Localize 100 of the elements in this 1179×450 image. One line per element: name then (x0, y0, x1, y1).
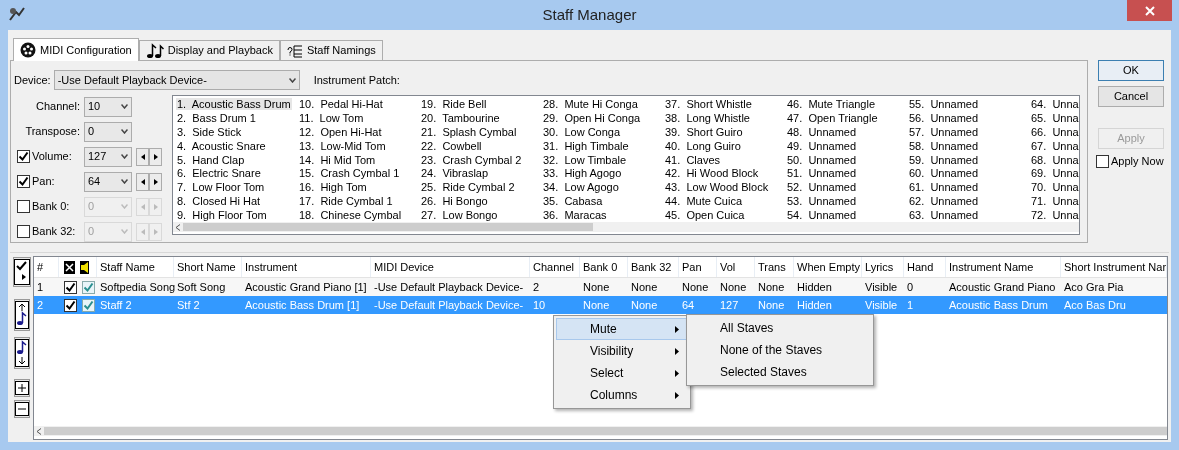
checkbox[interactable] (64, 298, 77, 312)
value-dropdown[interactable]: 127 (84, 146, 132, 167)
list-item[interactable]: 18. Chinese Cymbal (298, 209, 403, 222)
list-item[interactable]: 39. Short Guiro (664, 125, 744, 138)
list-item[interactable]: 70. Unna (1030, 181, 1079, 194)
menu-item[interactable]: All Staves (687, 317, 873, 339)
list-item[interactable]: 49. Unnamed (786, 139, 858, 152)
dialog-button[interactable]: Cancel (1098, 86, 1164, 107)
column-header[interactable]: Bank 32 (628, 257, 679, 277)
list-item[interactable]: 69. Unna (1030, 167, 1079, 180)
column-header[interactable]: Trans (755, 257, 794, 277)
list-item[interactable]: 58. Unnamed (908, 139, 980, 152)
list-item[interactable]: 2. Bass Drum 1 (176, 111, 257, 124)
menu-item[interactable]: Columns (556, 384, 688, 406)
list-item[interactable]: 15. Crash Cymbal 1 (298, 167, 401, 180)
column-header[interactable]: Short Instrument Nar (1061, 257, 1167, 277)
tab[interactable]: Staff Namings (279, 40, 383, 60)
list-item[interactable]: 31. High Timbale (542, 139, 630, 152)
device-dropdown[interactable]: -Use Default Playback Device- (53, 70, 300, 90)
list-item[interactable]: 22. Cowbell (420, 139, 483, 152)
list-item[interactable]: 5. Hand Clap (176, 153, 246, 166)
list-item[interactable]: 24. Vibraslap (420, 167, 490, 180)
list-item[interactable]: 64. Unna (1030, 98, 1079, 110)
checkbox[interactable] (82, 280, 95, 294)
menu-item[interactable]: Select (556, 362, 688, 384)
list-item[interactable]: 10. Pedal Hi-Hat (298, 98, 384, 110)
column-header[interactable]: Short Name (174, 257, 242, 277)
menu-item[interactable]: Selected Staves (687, 361, 873, 383)
list-item[interactable]: 45. Open Cuica (664, 209, 746, 222)
column-header[interactable]: Staff Name (97, 257, 174, 277)
column-header[interactable]: Hand (904, 257, 946, 277)
list-item[interactable]: 66. Unna (1030, 125, 1079, 138)
list-item[interactable]: 32. Low Timbale (542, 153, 628, 166)
list-item[interactable]: 23. Crash Cymbal 2 (420, 153, 523, 166)
scrollbar[interactable] (34, 426, 1167, 436)
list-item[interactable]: 4. Acoustic Snare (176, 139, 267, 152)
list-item[interactable]: 28. Mute Hi Conga (542, 98, 639, 110)
move-down-button[interactable] (13, 337, 30, 369)
list-item[interactable]: 37. Short Whistle (664, 98, 753, 110)
table-row[interactable]: 1 Softpedia Song Soft Song Acoustic Grand Piano [1] -Use Default Playback Device- 2 None None None None None Hidden Visible 0 Acoustic Grand Piano Aco Gra Pia (34, 278, 1167, 296)
column-header[interactable]: Vol (717, 257, 755, 277)
close-button[interactable] (1127, 0, 1172, 21)
checkbox[interactable] (17, 175, 30, 188)
list-item[interactable]: 36. Maracas (542, 209, 608, 222)
list-item[interactable]: 56. Unnamed (908, 111, 980, 124)
list-item[interactable]: 43. Low Wood Block (664, 181, 770, 194)
remove-button[interactable] (13, 400, 30, 418)
spin-left-button[interactable] (136, 147, 149, 166)
list-item[interactable]: 27. Low Bongo (420, 209, 499, 222)
value-dropdown[interactable]: 0 (84, 121, 132, 142)
list-item[interactable]: 6. Electric Snare (176, 167, 262, 180)
list-item[interactable]: 19. Ride Bell (420, 98, 488, 110)
value-dropdown[interactable]: 64 (84, 171, 132, 192)
column-header[interactable]: Instrument Name (946, 257, 1061, 277)
list-item[interactable]: 72. Unna (1030, 209, 1079, 222)
column-header[interactable]: Lyrics (862, 257, 904, 277)
list-item[interactable]: 13. Low-Mid Tom (298, 139, 387, 152)
list-item[interactable]: 40. Long Guiro (664, 139, 742, 152)
list-item[interactable]: 52. Unnamed (786, 181, 858, 194)
list-item[interactable]: 67. Unna (1030, 139, 1079, 152)
scrollbar-thumb[interactable] (183, 223, 593, 231)
checkbox[interactable] (82, 298, 95, 312)
checkbox[interactable] (64, 280, 77, 294)
column-header[interactable]: MIDI Device (371, 257, 530, 277)
column-header[interactable]: Channel (530, 257, 580, 277)
column-header[interactable]: # (34, 257, 59, 277)
list-item[interactable]: 34. Low Agogo (542, 181, 620, 194)
ok-button[interactable]: OK (1098, 60, 1164, 81)
value-dropdown[interactable]: 10 (84, 96, 132, 117)
spin-right-button[interactable] (149, 172, 162, 191)
list-item[interactable]: 55. Unnamed (908, 98, 980, 110)
tab[interactable]: MIDI Configuration (13, 38, 139, 61)
list-item[interactable]: 33. High Agogo (542, 167, 623, 180)
list-item[interactable]: 16. High Tom (298, 181, 368, 194)
list-item[interactable]: 57. Unnamed (908, 125, 980, 138)
spin-left-button[interactable] (136, 172, 149, 191)
list-item[interactable]: 61. Unnamed (908, 181, 980, 194)
list-item[interactable]: 1. Acoustic Bass Drum (176, 98, 292, 110)
list-item[interactable]: 48. Unnamed (786, 125, 858, 138)
checkbox[interactable] (1096, 154, 1109, 168)
list-item[interactable]: 65. Unna (1030, 111, 1079, 124)
list-item[interactable]: 8. Closed Hi Hat (176, 195, 262, 208)
list-item[interactable]: 29. Open Hi Conga (542, 111, 642, 124)
list-item[interactable]: 9. High Floor Tom (176, 209, 268, 222)
column-header[interactable]: When Empty (794, 257, 862, 277)
list-item[interactable]: 11. Low Tom (298, 111, 365, 124)
list-item[interactable]: 20. Tambourine (420, 111, 501, 124)
list-item[interactable]: 12. Open Hi-Hat (298, 125, 383, 138)
list-item[interactable]: 54. Unnamed (786, 209, 858, 222)
list-item[interactable]: 63. Unnamed (908, 209, 980, 222)
list-item[interactable]: 25. Ride Cymbal 2 (420, 181, 516, 194)
list-item[interactable]: 35. Cabasa (542, 195, 604, 208)
list-item[interactable]: 60. Unnamed (908, 167, 980, 180)
list-item[interactable]: 46. Mute Triangle (786, 98, 877, 110)
spin-right-button[interactable] (149, 147, 162, 166)
list-item[interactable]: 47. Open Triangle (786, 111, 879, 124)
list-item[interactable]: 68. Unna (1030, 153, 1079, 166)
list-item[interactable]: 26. Hi Bongo (420, 195, 489, 208)
scrollbar[interactable] (173, 222, 1079, 232)
list-item[interactable]: 53. Unnamed (786, 195, 858, 208)
